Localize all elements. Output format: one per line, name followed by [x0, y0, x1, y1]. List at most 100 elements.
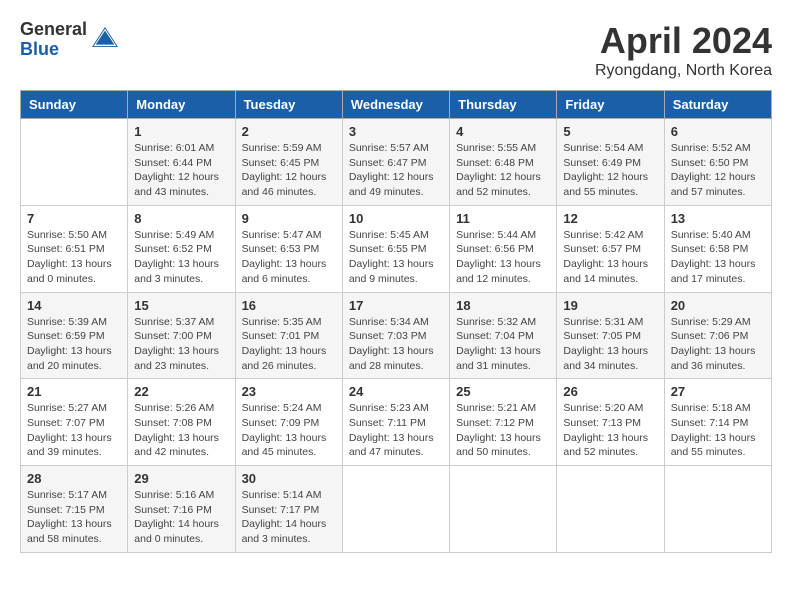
calendar-cell: 23 Sunrise: 5:24 AM Sunset: 7:09 PM Dayli… [235, 379, 342, 466]
week-row-5: 28Sunrise: 5:17 AM Sunset: 7:15 PM Dayli… [21, 466, 772, 553]
calendar-cell: 16Sunrise: 5:35 AM Sunset: 7:01 PM Dayli… [235, 292, 342, 379]
day-header-tuesday: Tuesday [235, 91, 342, 119]
title-block: April 2024 Ryongdang, North Korea [595, 20, 772, 80]
calendar-cell [664, 466, 771, 553]
day-info: Sunrise: 5:23 AM Sunset: 7:11 PM Dayligh… [349, 401, 443, 460]
day-number: 29 [134, 471, 228, 486]
day-number: 27 [671, 384, 765, 399]
day-info: Sunrise: 5:47 AM Sunset: 6:53 PM Dayligh… [242, 228, 336, 287]
day-info: Sunrise: 5:37 AM Sunset: 7:00 PM Dayligh… [134, 315, 228, 374]
day-number: 3 [349, 124, 443, 139]
calendar-cell: 24 Sunrise: 5:23 AM Sunset: 7:11 PM Dayli… [342, 379, 449, 466]
calendar-cell: 21 Sunrise: 5:27 AM Sunset: 7:07 PM Dayli… [21, 379, 128, 466]
calendar-cell [21, 119, 128, 206]
day-info: Sunrise: 5:57 AM Sunset: 6:47 PM Dayligh… [349, 141, 443, 200]
day-number: 11 [456, 211, 550, 226]
day-info: Sunrise: 5:50 AM Sunset: 6:51 PM Dayligh… [27, 228, 121, 287]
calendar-table: SundayMondayTuesdayWednesdayThursdayFrid… [20, 90, 772, 553]
day-number: 14 [27, 298, 121, 313]
day-number: 10 [349, 211, 443, 226]
day-info: Sunrise: 5:42 AM Sunset: 6:57 PM Dayligh… [563, 228, 657, 287]
calendar-cell [450, 466, 557, 553]
calendar-cell: 17 Sunrise: 5:34 AM Sunset: 7:03 PM Dayli… [342, 292, 449, 379]
week-row-1: 1Sunrise: 6:01 AM Sunset: 6:44 PM Daylig… [21, 119, 772, 206]
day-info: Sunrise: 5:45 AM Sunset: 6:55 PM Dayligh… [349, 228, 443, 287]
calendar-cell: 10 Sunrise: 5:45 AM Sunset: 6:55 PM Dayli… [342, 205, 449, 292]
calendar-cell: 6Sunrise: 5:52 AM Sunset: 6:50 PM Daylig… [664, 119, 771, 206]
calendar-cell: 15 Sunrise: 5:37 AM Sunset: 7:00 PM Dayli… [128, 292, 235, 379]
day-number: 20 [671, 298, 765, 313]
day-number: 26 [563, 384, 657, 399]
day-number: 17 [349, 298, 443, 313]
day-number: 12 [563, 211, 657, 226]
day-number: 1 [134, 124, 228, 139]
day-info: Sunrise: 5:24 AM Sunset: 7:09 PM Dayligh… [242, 401, 336, 460]
day-number: 8 [134, 211, 228, 226]
day-info: Sunrise: 5:39 AM Sunset: 6:59 PM Dayligh… [27, 315, 121, 374]
calendar-cell: 18Sunrise: 5:32 AM Sunset: 7:04 PM Dayli… [450, 292, 557, 379]
calendar-cell: 28Sunrise: 5:17 AM Sunset: 7:15 PM Dayli… [21, 466, 128, 553]
day-number: 15 [134, 298, 228, 313]
calendar-cell [342, 466, 449, 553]
day-number: 25 [456, 384, 550, 399]
day-info: Sunrise: 5:35 AM Sunset: 7:01 PM Dayligh… [242, 315, 336, 374]
day-number: 24 [349, 384, 443, 399]
day-info: Sunrise: 5:59 AM Sunset: 6:45 PM Dayligh… [242, 141, 336, 200]
day-info: Sunrise: 5:52 AM Sunset: 6:50 PM Dayligh… [671, 141, 765, 200]
day-info: Sunrise: 5:18 AM Sunset: 7:14 PM Dayligh… [671, 401, 765, 460]
day-number: 4 [456, 124, 550, 139]
day-info: Sunrise: 5:27 AM Sunset: 7:07 PM Dayligh… [27, 401, 121, 460]
day-info: Sunrise: 5:49 AM Sunset: 6:52 PM Dayligh… [134, 228, 228, 287]
day-info: Sunrise: 5:31 AM Sunset: 7:05 PM Dayligh… [563, 315, 657, 374]
day-number: 9 [242, 211, 336, 226]
location-subtitle: Ryongdang, North Korea [595, 62, 772, 80]
calendar-cell: 26 Sunrise: 5:20 AM Sunset: 7:13 PM Dayli… [557, 379, 664, 466]
calendar-cell: 4 Sunrise: 5:55 AM Sunset: 6:48 PM Daylig… [450, 119, 557, 206]
day-info: Sunrise: 5:16 AM Sunset: 7:16 PM Dayligh… [134, 488, 228, 547]
calendar-cell: 2 Sunrise: 5:59 AM Sunset: 6:45 PM Daylig… [235, 119, 342, 206]
logo-general: General [20, 20, 87, 40]
day-info: Sunrise: 5:54 AM Sunset: 6:49 PM Dayligh… [563, 141, 657, 200]
day-info: Sunrise: 5:55 AM Sunset: 6:48 PM Dayligh… [456, 141, 550, 200]
day-header-sunday: Sunday [21, 91, 128, 119]
calendar-cell: 3 Sunrise: 5:57 AM Sunset: 6:47 PM Daylig… [342, 119, 449, 206]
day-info: Sunrise: 5:34 AM Sunset: 7:03 PM Dayligh… [349, 315, 443, 374]
day-number: 2 [242, 124, 336, 139]
day-info: Sunrise: 5:40 AM Sunset: 6:58 PM Dayligh… [671, 228, 765, 287]
day-info: Sunrise: 5:21 AM Sunset: 7:12 PM Dayligh… [456, 401, 550, 460]
calendar-cell: 30Sunrise: 5:14 AM Sunset: 7:17 PM Dayli… [235, 466, 342, 553]
day-header-thursday: Thursday [450, 91, 557, 119]
calendar-cell: 14 Sunrise: 5:39 AM Sunset: 6:59 PM Dayli… [21, 292, 128, 379]
calendar-cell: 27 Sunrise: 5:18 AM Sunset: 7:14 PM Dayli… [664, 379, 771, 466]
day-number: 7 [27, 211, 121, 226]
week-row-2: 7 Sunrise: 5:50 AM Sunset: 6:51 PM Daylig… [21, 205, 772, 292]
day-number: 22 [134, 384, 228, 399]
calendar-cell: 29 Sunrise: 5:16 AM Sunset: 7:16 PM Dayli… [128, 466, 235, 553]
day-number: 13 [671, 211, 765, 226]
day-number: 19 [563, 298, 657, 313]
calendar-cell: 9 Sunrise: 5:47 AM Sunset: 6:53 PM Daylig… [235, 205, 342, 292]
calendar-cell: 19 Sunrise: 5:31 AM Sunset: 7:05 PM Dayli… [557, 292, 664, 379]
day-info: Sunrise: 5:20 AM Sunset: 7:13 PM Dayligh… [563, 401, 657, 460]
day-number: 23 [242, 384, 336, 399]
day-info: Sunrise: 5:14 AM Sunset: 7:17 PM Dayligh… [242, 488, 336, 547]
week-row-3: 14 Sunrise: 5:39 AM Sunset: 6:59 PM Dayli… [21, 292, 772, 379]
calendar-cell: 8 Sunrise: 5:49 AM Sunset: 6:52 PM Daylig… [128, 205, 235, 292]
calendar-header-row: SundayMondayTuesdayWednesdayThursdayFrid… [21, 91, 772, 119]
logo: General Blue [20, 20, 119, 60]
logo-icon [91, 26, 119, 54]
day-header-saturday: Saturday [664, 91, 771, 119]
day-number: 28 [27, 471, 121, 486]
month-year-title: April 2024 [595, 20, 772, 62]
calendar-cell: 22 Sunrise: 5:26 AM Sunset: 7:08 PM Dayli… [128, 379, 235, 466]
day-header-monday: Monday [128, 91, 235, 119]
day-header-wednesday: Wednesday [342, 91, 449, 119]
day-info: Sunrise: 5:26 AM Sunset: 7:08 PM Dayligh… [134, 401, 228, 460]
calendar-cell: 25 Sunrise: 5:21 AM Sunset: 7:12 PM Dayli… [450, 379, 557, 466]
day-number: 21 [27, 384, 121, 399]
logo-blue: Blue [20, 40, 87, 60]
day-info: Sunrise: 5:32 AM Sunset: 7:04 PM Dayligh… [456, 315, 550, 374]
calendar-cell [557, 466, 664, 553]
calendar-cell: 13 Sunrise: 5:40 AM Sunset: 6:58 PM Dayli… [664, 205, 771, 292]
calendar-cell: 12 Sunrise: 5:42 AM Sunset: 6:57 PM Dayli… [557, 205, 664, 292]
